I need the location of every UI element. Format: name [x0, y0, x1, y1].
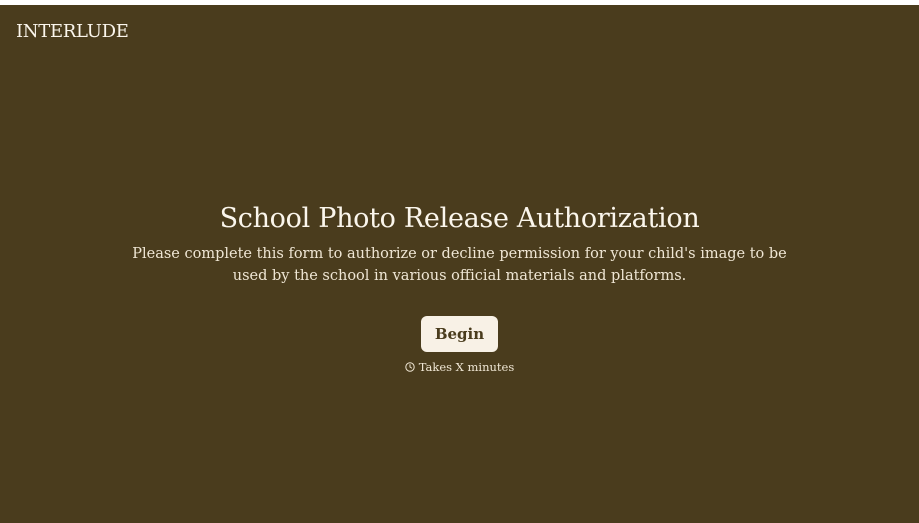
clock-icon	[405, 362, 415, 372]
page-title: School Photo Release Authorization	[219, 203, 700, 234]
duration-hint: Takes X minutes	[0, 360, 919, 374]
page-description: Please complete this form to authorize o…	[132, 246, 787, 284]
hero-section: School Photo Release Authorization Pleas…	[0, 201, 919, 374]
brand-logo: INTERLUDE	[16, 21, 129, 42]
form-welcome-screen: INTERLUDE School Photo Release Authoriza…	[0, 5, 919, 523]
begin-button[interactable]: Begin	[420, 316, 499, 352]
duration-label: Takes X minutes	[418, 360, 515, 374]
